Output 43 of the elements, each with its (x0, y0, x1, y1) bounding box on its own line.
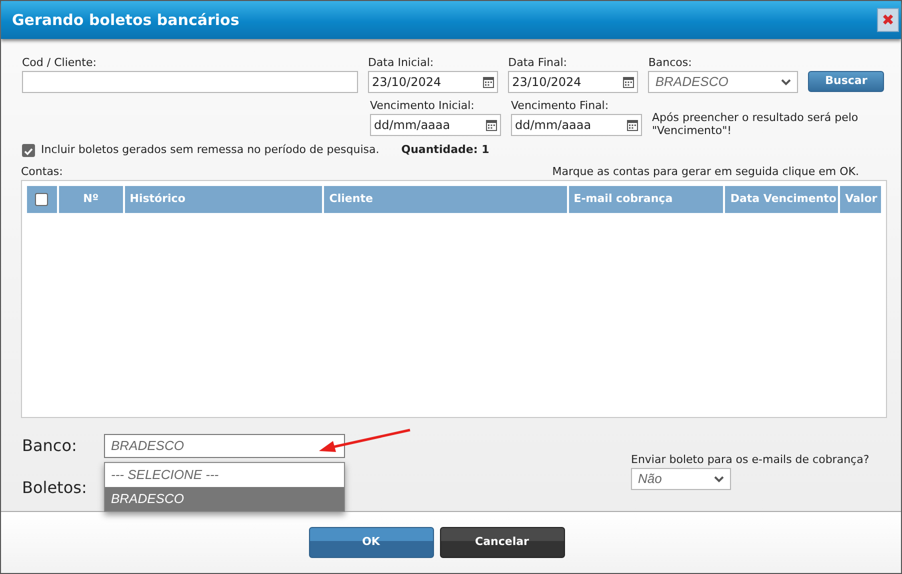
calendar-icon (486, 120, 497, 130)
instruction-text: Marque as contas para gerar em seguida clique em OK. (552, 164, 859, 178)
chevron-icon (781, 78, 792, 86)
date-field[interactable]: 23/10/2024 (368, 71, 498, 93)
calendar-icon (623, 76, 634, 88)
section-label: Contas: (21, 164, 63, 178)
field-label: Boletos: (22, 477, 87, 499)
bank-select[interactable]: BRADESCO (648, 71, 798, 93)
field-label: Vencimento Inicial: (370, 98, 476, 112)
date-field[interactable]: dd/mm/aaaa (511, 114, 642, 136)
bank-select[interactable]: BRADESCO (104, 434, 345, 458)
column-header: Data Vencimento (725, 186, 838, 213)
note-text: Após preencher o resultado será pelo "Vencimento"! (652, 111, 860, 137)
field-label: Data Final: (508, 55, 568, 69)
window-title: Gerando boletos bancários (12, 10, 240, 31)
field-label: Banco: (22, 435, 78, 457)
field-label: Enviar boleto para os e-mails de cobrança? (631, 452, 870, 466)
send-select[interactable]: Não (631, 468, 731, 490)
column-header: E-mail cobrança (568, 186, 724, 213)
column-header: Cliente (324, 186, 567, 213)
dropdown-option[interactable]: --- SELECIONE --- (105, 463, 344, 487)
select-all-checkbox[interactable] (35, 193, 48, 206)
date-field[interactable]: 23/10/2024 (508, 71, 638, 93)
date-field[interactable]: dd/mm/aaaa (370, 114, 501, 136)
calendar-icon (483, 76, 494, 88)
quantity-text: Quantidade: 1 (401, 142, 490, 158)
footer-button[interactable]: Cancelar (440, 527, 564, 558)
client-field[interactable] (22, 71, 358, 93)
column-header: Histórico (124, 186, 322, 213)
field-label: Cod / Cliente: (22, 55, 98, 69)
dropdown-option[interactable]: BRADESCO (105, 487, 344, 511)
field-label: Vencimento Final: (511, 98, 610, 112)
field-label: Data Inicial: (368, 55, 435, 69)
column-header: Nº (58, 186, 123, 213)
close-button[interactable]: ✖ (877, 8, 899, 32)
checkbox-label: Incluir boletos gerados sem remessa no período de pesquisa. (41, 142, 380, 158)
column-header: Valor (840, 186, 881, 213)
search-button[interactable]: Buscar (808, 71, 884, 92)
calendar-icon (627, 120, 638, 130)
footer-button[interactable]: OK (308, 527, 434, 558)
field-label: Bancos: (648, 55, 693, 69)
chevron-icon (714, 476, 724, 482)
include-checkbox[interactable] (22, 144, 35, 156)
